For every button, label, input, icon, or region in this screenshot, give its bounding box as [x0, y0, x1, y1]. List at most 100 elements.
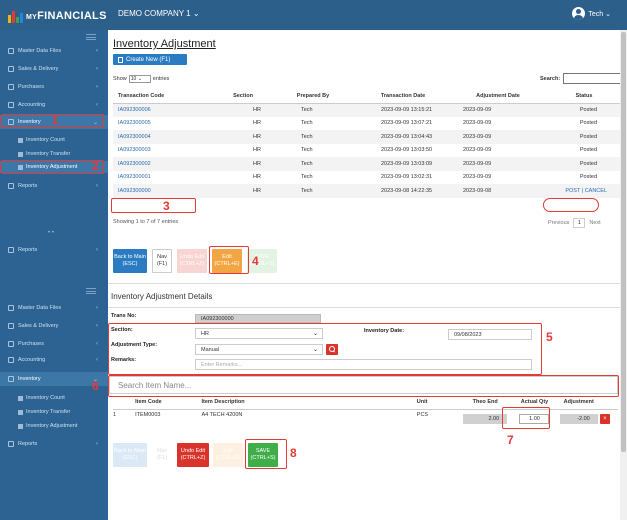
trans-code-link[interactable]: IA092300003: [113, 144, 213, 158]
page-scrollbar[interactable]: [620, 30, 627, 520]
undo-edit-button[interactable]: Undo Edit (CTRL+Z): [177, 443, 209, 467]
btn-label: Back to Main: [114, 254, 146, 260]
trans-code-link[interactable]: IA092300004: [113, 130, 213, 144]
brand-logo[interactable]: MYFINANCIALS: [8, 6, 108, 26]
table-row[interactable]: IA092300001 HR Tech 2023-09-09 13:02:31 …: [113, 171, 625, 185]
trans-code-link[interactable]: IA092300001: [113, 171, 213, 185]
prev-page[interactable]: Previous: [548, 220, 569, 226]
annotation-box-3: [111, 198, 196, 213]
chevron-left-icon: ‹: [96, 183, 98, 189]
trans-code-link[interactable]: IA092300005: [113, 117, 213, 131]
back-to-main-button[interactable]: Back to Main (ESC): [113, 249, 147, 273]
table-row[interactable]: IA092300000 HR Tech 2023-09-08 14:22:35 …: [113, 184, 625, 198]
sidebar-item-label: Reports: [18, 247, 38, 253]
entries-label: entries: [152, 76, 170, 82]
delete-item-icon[interactable]: ×: [599, 413, 610, 424]
sidebar-item-reports[interactable]: Reports ‹: [0, 179, 108, 193]
gear-icon: [8, 48, 14, 54]
sidebar-item-reports-mid[interactable]: Reports ‹: [0, 243, 108, 257]
company-selector[interactable]: DEMO COMPANY 1 ⌄: [118, 9, 200, 18]
sidebar-item-label: Master Data Files: [18, 48, 62, 54]
chevron-left-icon: ‹: [96, 323, 98, 329]
menu-toggle-icon[interactable]: [86, 34, 96, 40]
tag-icon: [8, 323, 14, 329]
cell: 2023-09-09 13:15:21: [353, 103, 453, 117]
annotation-5: 5: [546, 330, 553, 344]
post-cancel-link[interactable]: POST | CANCEL: [543, 184, 625, 198]
col-header[interactable]: Prepared By: [273, 90, 353, 104]
cell: 2023-09-09: [453, 157, 543, 171]
annotation-1: 1: [52, 113, 59, 127]
sidebar-sub-inventory-count-2[interactable]: Inventory Count: [0, 392, 108, 404]
annotation-box-4: [209, 246, 249, 274]
next-page[interactable]: Next: [589, 220, 600, 226]
list-icon: [18, 395, 23, 401]
cell: 2023-09-08: [453, 184, 543, 198]
trans-code-link[interactable]: IA092300002: [113, 157, 213, 171]
menu-toggle-icon-2[interactable]: [86, 288, 96, 294]
sidebar-item-sales-2[interactable]: Sales & Delivery ‹: [0, 319, 108, 333]
sidebar-sub-inventory-count[interactable]: Inventory Count: [0, 134, 108, 146]
cell: 2023-09-09 13:03:50: [381, 147, 433, 154]
table-header: Transaction Code Section Prepared By Tra…: [113, 90, 625, 104]
chevron-left-icon: ‹: [96, 48, 98, 54]
table-row[interactable]: IA092300002 HR Tech 2023-09-09 13:03:09 …: [113, 157, 625, 171]
table-row[interactable]: IA092300003 HR Tech 2023-09-09 13:03:50 …: [113, 144, 625, 158]
col-header[interactable]: Transaction Date: [353, 90, 453, 104]
sidebar-item-sales[interactable]: Sales & Delivery ‹: [0, 62, 108, 76]
sidebar-item-purchases[interactable]: Purchases ‹: [0, 80, 108, 94]
search-input[interactable]: [563, 73, 625, 84]
nav-button[interactable]: Nav (F1): [152, 249, 172, 273]
cell: 2023-09-09: [453, 103, 543, 117]
sidebar-item-label: Master Data Files: [18, 305, 62, 311]
trans-code-link[interactable]: IA092300000: [113, 184, 213, 198]
cell: HR: [253, 147, 261, 154]
trans-no-field: IA092300000: [195, 314, 321, 323]
sidebar-item-purchases-2[interactable]: Purchases ‹: [0, 337, 108, 351]
trans-code-link[interactable]: IA092300006: [113, 103, 213, 117]
annotation-box-2: [1, 160, 104, 174]
sidebar-item-reports-2[interactable]: Reports ‹: [0, 437, 108, 451]
sidebar-item-label: Inventory Transfer: [26, 409, 71, 415]
chevron-left-icon: ‹: [96, 357, 98, 363]
sidebar-item-master-data-2[interactable]: Master Data Files ‹: [0, 301, 108, 315]
sidebar-item-accounting-2[interactable]: Accounting ‹: [0, 353, 108, 367]
scrollbar-thumb[interactable]: [621, 32, 626, 452]
sidebar-sub-inventory-transfer-2[interactable]: Inventory Transfer: [0, 406, 108, 418]
btn-label: Undo Edit: [179, 254, 205, 260]
col-header[interactable]: Status: [543, 90, 625, 104]
user-menu[interactable]: Tech ⌄: [572, 7, 611, 20]
chevron-left-icon: ‹: [96, 441, 98, 447]
sidebar-item-master-data[interactable]: Master Data Files ‹: [0, 44, 108, 58]
col-header[interactable]: Adjustment Date: [453, 90, 543, 104]
btn-key: (ESC): [122, 261, 138, 267]
annotation-6: 6: [92, 379, 99, 393]
btn-label: Edit: [223, 448, 233, 454]
sidebar-item-label: Purchases: [18, 84, 44, 90]
col-header[interactable]: Transaction Code: [113, 90, 213, 104]
sidebar-item-label: Purchases: [18, 341, 44, 347]
annotation-box-8: [245, 439, 287, 469]
table-row[interactable]: IA092300006 HR Tech 2023-09-09 13:15:21 …: [113, 103, 625, 117]
cell: Tech: [273, 184, 353, 198]
cell: 2023-09-09 13:04:43: [353, 130, 453, 144]
list-icon: [18, 137, 23, 143]
col-header[interactable]: Section: [213, 90, 273, 104]
status-cell: Posted: [579, 120, 597, 127]
page-1[interactable]: 1: [573, 218, 586, 228]
entries-select[interactable]: 10 ⌄: [128, 75, 151, 83]
table-row[interactable]: IA092300005 HR Tech 2023-09-09 13:07:21 …: [113, 117, 625, 131]
sidebar-item-label: Reports: [18, 183, 38, 189]
tag-icon: [8, 66, 14, 72]
btn-key: (F1): [156, 261, 168, 267]
create-new-button[interactable]: Create New (F1): [113, 54, 187, 65]
sidebar-sub-inventory-adjustment-2[interactable]: Inventory Adjustment: [0, 420, 108, 432]
list-icon: [18, 423, 23, 429]
sidebar-item-accounting[interactable]: Accounting ‹: [0, 98, 108, 112]
btn-label: Back to Main: [114, 448, 146, 454]
status-cell: Posted: [543, 103, 625, 117]
btn-label: Nav: [157, 448, 167, 454]
table-row[interactable]: IA092300004 HR Tech 2023-09-09 13:04:43 …: [113, 130, 625, 144]
annotation-box-post-cancel: [543, 198, 599, 212]
item-no: 1: [113, 411, 117, 418]
